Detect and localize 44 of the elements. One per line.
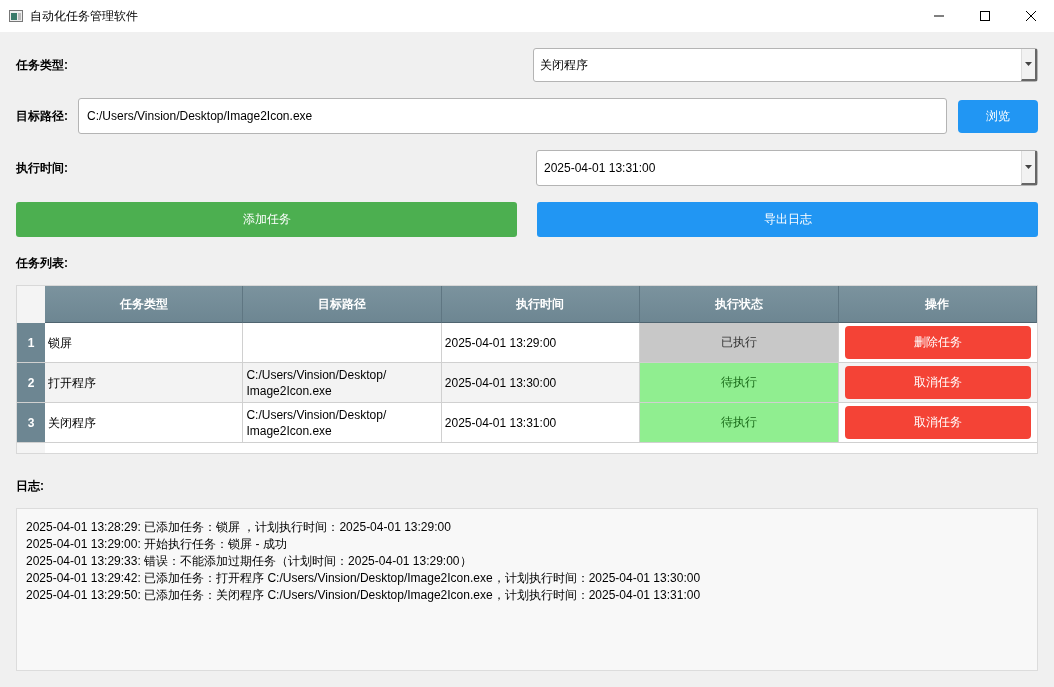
browse-button[interactable]: 浏览 — [958, 99, 1038, 133]
log-line: 2025-04-01 13:29:50: 已添加任务：关闭程序 C:/Users/Vinsion/Desktop/Image2Icon.exe，计划执行时间：2025-04-01 13:31:00 — [26, 587, 702, 604]
row-header: 3 — [17, 403, 45, 443]
status-cell: 已执行 — [640, 323, 839, 363]
column-header[interactable]: 执行状态 — [640, 286, 839, 323]
export-log-button[interactable]: 导出日志 — [537, 202, 1038, 237]
caret-icon — [1025, 165, 1032, 169]
window-title: 自动化任务管理软件 — [30, 7, 139, 25]
row-action-button[interactable]: 取消任务 — [844, 366, 1031, 399]
datetime-field[interactable]: 2025-04-01 13:31:00 — [536, 150, 1038, 186]
log-line: 2025-04-01 13:28:29: 已添加任务：锁屏 ，计划执行时间：2025-04-01 13:29:00 — [26, 519, 452, 536]
log-line: 2025-04-01 13:29:00: 开始执行任务：锁屏 - 成功 — [26, 536, 288, 553]
column-header[interactable]: 执行时间 — [441, 286, 641, 323]
column-header[interactable]: 任务类型 — [45, 286, 244, 323]
table-cell: C:/Users/Vinsion/Desktop/ Image2Icon.exe — [243, 363, 442, 403]
row-action-button[interactable]: 取消任务 — [844, 406, 1031, 439]
maximize-icon[interactable] — [980, 11, 990, 21]
field-label: 目标路径: — [16, 107, 69, 125]
table-cell: 锁屏 — [45, 323, 244, 363]
path-input-field[interactable]: C:/Users/Vinsion/Desktop/Image2Icon.exe — [78, 98, 947, 134]
app-icon — [9, 10, 23, 22]
column-header[interactable]: 操作 — [838, 286, 1037, 323]
table-cell: 2025-04-01 13:29:00 — [441, 323, 641, 363]
table-cell: 2025-04-01 13:30:00 — [441, 363, 641, 403]
table-cell: C:/Users/Vinsion/Desktop/ Image2Icon.exe — [243, 403, 442, 443]
field-label: 执行时间: — [16, 159, 69, 177]
log-line: 2025-04-01 13:29:42: 已添加任务：打开程序 C:/Users/Vinsion/Desktop/Image2Icon.exe，计划执行时间：2025-04-01 13:30:00 — [26, 570, 702, 587]
column-header[interactable]: 目标路径 — [243, 286, 442, 323]
log-line: 2025-04-01 13:29:33: 错误：不能添加过期任务（计划时间：2025-04-01 13:29:00） — [26, 553, 473, 570]
status-cell: 待执行 — [640, 403, 839, 443]
row-header: 2 — [17, 363, 45, 403]
add-task-button[interactable]: 添加任务 — [16, 202, 517, 237]
section-title: 日志: — [16, 478, 45, 492]
close-icon[interactable] — [1026, 11, 1036, 21]
table-cell: 2025-04-01 13:31:00 — [441, 403, 641, 443]
status-cell: 待执行 — [640, 363, 839, 403]
row-action-button[interactable]: 删除任务 — [844, 326, 1031, 359]
row-header: 1 — [17, 323, 45, 363]
field-label: 任务类型: — [16, 56, 69, 74]
caret-icon — [1025, 62, 1032, 66]
table-cell: 打开程序 — [45, 363, 244, 403]
section-title: 任务列表: — [16, 255, 69, 269]
table-cell: 关闭程序 — [45, 403, 244, 443]
task-type-dropdown[interactable]: 关闭程序 — [533, 48, 1038, 82]
